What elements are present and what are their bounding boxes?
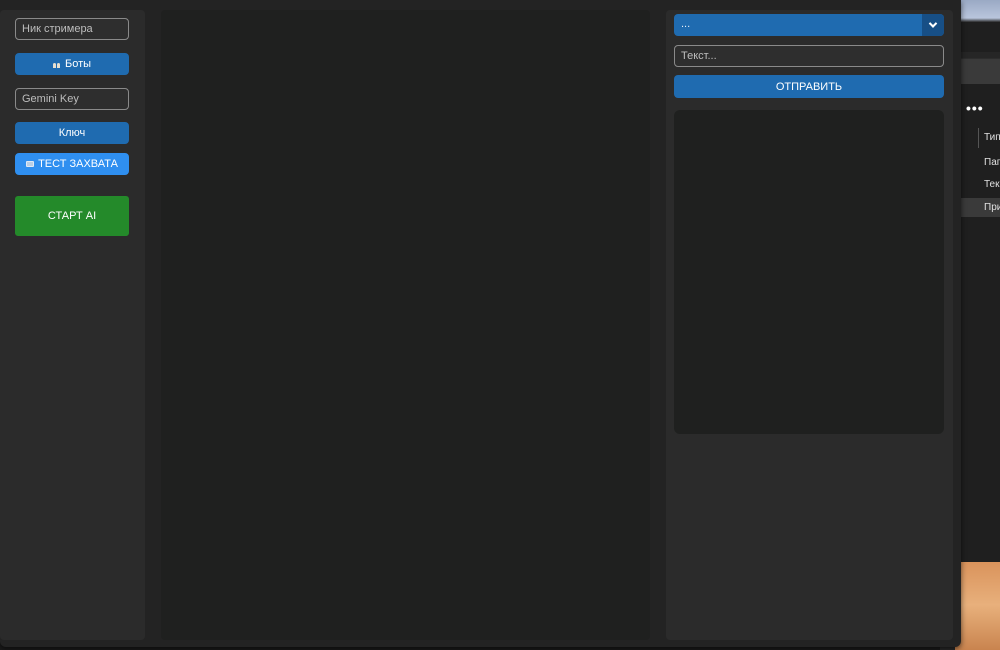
bots-button-label: Боты	[64, 58, 92, 70]
desktop-wallpaper	[955, 560, 1000, 650]
target-dropdown[interactable]: ...	[674, 14, 944, 36]
dropdown-toggle[interactable]	[922, 14, 944, 36]
background-window: ••• Тип Пап Тек При	[961, 22, 1000, 562]
background-window-row[interactable]: Пап	[984, 157, 1000, 168]
column-divider	[978, 128, 979, 148]
chat-log[interactable]	[674, 110, 944, 434]
background-window-header[interactable]: Тип	[984, 132, 1000, 143]
capture-test-button[interactable]: ТЕСТ ЗАХВАТА	[15, 153, 129, 175]
streamer-nick-input[interactable]	[15, 18, 129, 40]
people-icon	[52, 60, 61, 68]
more-icon[interactable]: •••	[966, 100, 984, 116]
background-window-row-selected[interactable]: При	[961, 198, 1000, 217]
bots-button[interactable]: Боты	[15, 53, 129, 75]
chevron-down-icon	[928, 19, 938, 28]
capture-test-button-label: ТЕСТ ЗАХВАТА	[38, 158, 118, 170]
start-ai-button[interactable]: СТАРТ AI	[15, 196, 129, 236]
start-ai-button-label: СТАРТ AI	[47, 210, 97, 222]
send-button-label: ОТПРАВИТЬ	[775, 80, 843, 93]
camera-icon	[26, 161, 35, 167]
background-window-toolbar	[961, 58, 1000, 84]
key-button-label: Ключ	[58, 127, 86, 139]
gemini-key-input[interactable]	[15, 88, 129, 110]
dropdown-value: ...	[681, 18, 691, 30]
background-window-row[interactable]: Тек	[984, 179, 1000, 190]
key-button[interactable]: Ключ	[15, 122, 129, 144]
main-content-area	[161, 10, 650, 640]
message-input[interactable]	[674, 45, 944, 67]
send-button[interactable]: ОТПРАВИТЬ	[674, 75, 944, 98]
app-window: Боты Ключ ТЕСТ ЗАХВАТА СТАРТ AI ... ОТПР…	[0, 0, 961, 647]
